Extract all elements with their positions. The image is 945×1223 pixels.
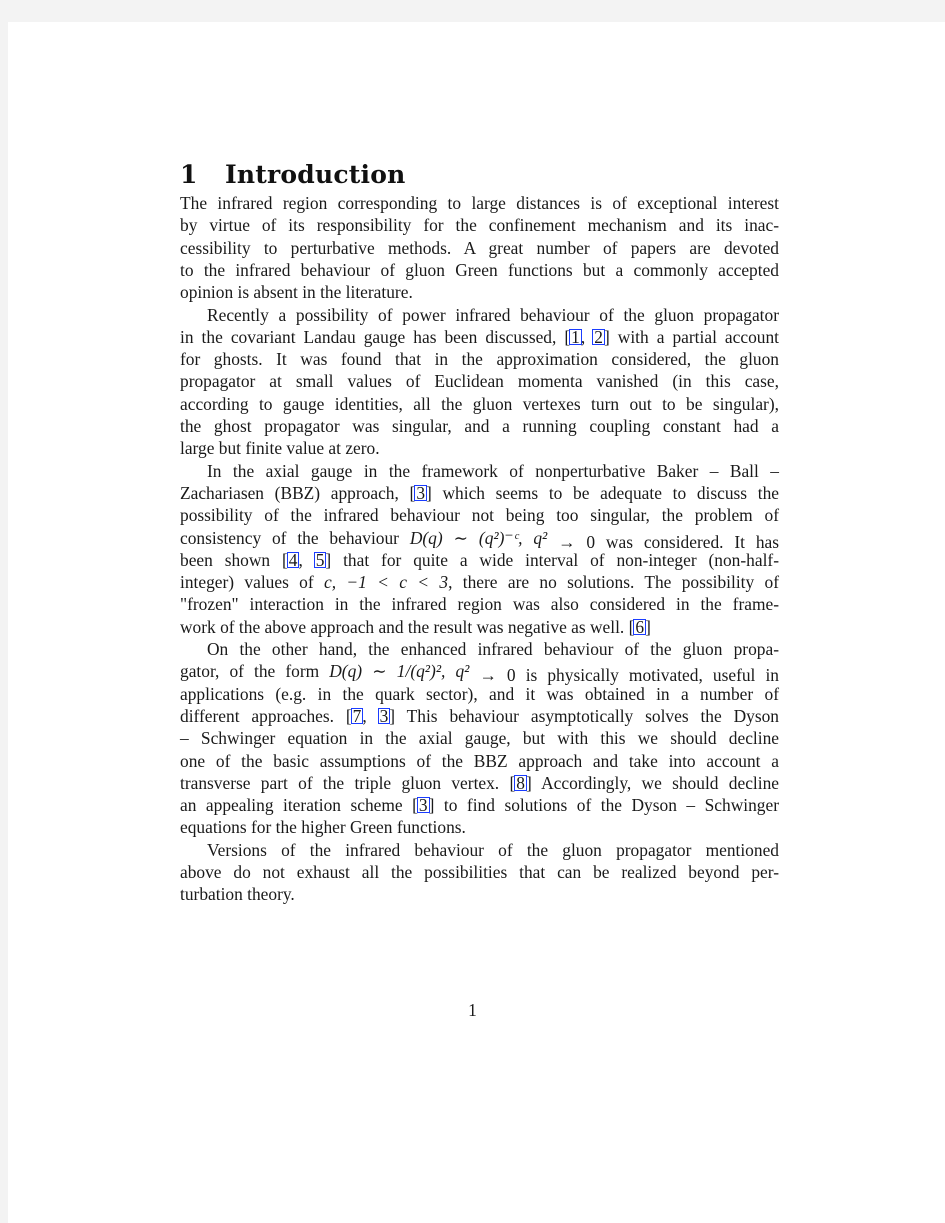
text-line: The infrared region corresponding to lar…	[180, 193, 779, 213]
text-line: to the infrared behaviour of gluon Green…	[180, 259, 779, 280]
text-segment: Zachariasen (BBZ) approach, [	[180, 482, 416, 503]
text-segment: consistency of the behaviour	[180, 527, 410, 548]
text-line: according to gauge identities, all the g…	[180, 393, 779, 414]
text-segment: transverse part of the triple gluon vert…	[180, 772, 516, 793]
text-line: by virtue of its responsibility for the …	[180, 215, 779, 236]
text-segment: ] that for quite a wide interval of non-…	[325, 549, 779, 570]
text-line: integer) values of c, −1 < c < 3, there …	[180, 571, 779, 593]
text-segment: ] This behaviour asymptotically solves t…	[389, 705, 779, 726]
math-expression: D(q) ∼ (q²)⁻ᶜ, q²	[409, 527, 548, 548]
text-line: In the axial gauge in the framework of n…	[207, 460, 779, 481]
text-line: consistency of the behaviour D(q) ∼ (q²)…	[180, 527, 779, 552]
section-title: Introduction	[225, 159, 406, 189]
text-segment: gator, of the form	[180, 661, 330, 682]
text-line: – Schwinger equation in the axial gauge,…	[180, 728, 779, 749]
text-segment: ]	[645, 616, 651, 637]
text-line: been shown [4, 5] that for quite a wide …	[180, 549, 779, 571]
citation-separator: ,	[298, 549, 315, 570]
text-segment: ] to find solutions of the Dyson – Schwi…	[428, 795, 779, 816]
text-line: gator, of the form D(q) ∼ 1/(q²)², q² → …	[180, 660, 779, 685]
text-line: applications (e.g. in the quark sector),…	[180, 683, 779, 704]
text-line: opinion is absent in the literature.	[180, 282, 413, 303]
text-line: "frozen" interaction in the infrared reg…	[180, 594, 779, 615]
text-segment: , there are no solutions. The possibilit…	[448, 572, 779, 593]
text-segment: ] which seems to be adequate to discuss …	[426, 482, 779, 503]
text-line: Recently a possibility of power infrared…	[207, 304, 779, 325]
text-line: in the covariant Landau gauge has been d…	[180, 326, 779, 348]
text-segment: work of the above approach and the resul…	[180, 616, 635, 637]
text-segment: an appealing iteration scheme [	[180, 795, 418, 816]
text-line: an appealing iteration scheme [3] to fin…	[180, 794, 779, 816]
math-expression: c, −1 < c < 3	[324, 572, 449, 593]
text-segment: in the covariant Landau gauge has been d…	[180, 326, 571, 347]
text-line: turbation theory.	[180, 884, 295, 905]
text-line: Zachariasen (BBZ) approach, [3] which se…	[180, 482, 779, 504]
section-heading: 1 Introduction	[180, 160, 405, 189]
section-number: 1	[180, 159, 198, 189]
text-segment: ] with a partial account	[603, 326, 780, 347]
text-line: work of the above approach and the resul…	[180, 616, 779, 638]
text-line: propagator at small values of Euclidean …	[180, 371, 779, 392]
page-number: 1	[468, 1000, 477, 1020]
citation-separator: ,	[362, 705, 379, 726]
text-line: for ghosts. It was found that in the app…	[180, 349, 779, 370]
text-line: above do not exhaust all the possibiliti…	[180, 862, 779, 882]
text-line: On the other hand, the enhanced infrared…	[207, 639, 779, 659]
text-line: the ghost propagator was singular, and a…	[180, 416, 779, 436]
text-line: large but finite value at zero.	[180, 438, 380, 459]
text-line: equations for the higher Green functions…	[180, 817, 466, 838]
text-segment: different approaches. [	[180, 705, 352, 726]
text-segment: integer) values of	[180, 572, 324, 593]
math-expression: D(q) ∼ 1/(q²)², q²	[329, 661, 470, 682]
text-line: one of the basic assumptions of the BBZ …	[180, 750, 779, 771]
text-line: different approaches. [7, 3] This behavi…	[180, 705, 779, 727]
text-line: possibility of the infrared behaviour no…	[180, 505, 779, 526]
text-segment: ] Accordingly, we should decline	[525, 772, 779, 793]
text-line: Versions of the infrared behaviour of th…	[207, 839, 779, 860]
text-line: cessibility to perturbative methods. A g…	[180, 237, 779, 258]
text-line: transverse part of the triple gluon vert…	[180, 772, 779, 794]
text-segment: been shown [	[180, 549, 288, 570]
